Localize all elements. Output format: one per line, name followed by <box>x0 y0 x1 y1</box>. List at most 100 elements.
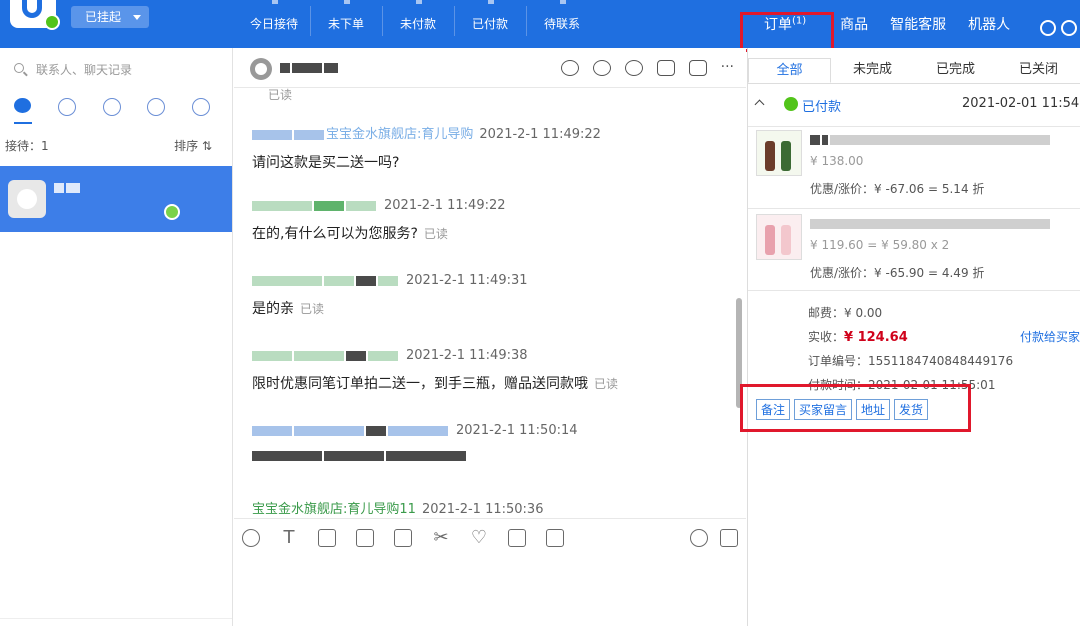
message-item: 2021-2-1 11:49:38 限时优惠同笔订单拍二送一，到手三瓶，赠品送同… <box>252 348 618 393</box>
contact-name <box>280 60 340 75</box>
highlight-box-orders-tab <box>740 12 834 52</box>
calculator-icon[interactable] <box>508 529 526 547</box>
order-date: 2021-02-01 11:54:5 <box>962 96 1080 111</box>
chat-icon[interactable] <box>14 98 32 124</box>
message-item: 已读 <box>268 88 293 102</box>
divider <box>748 290 1080 291</box>
status-dropdown[interactable]: 已挂起 <box>71 6 149 28</box>
tab-incomplete[interactable]: 未完成 <box>831 58 914 83</box>
pay-buyer-link[interactable]: 付款给买家 <box>1020 328 1080 345</box>
message-time: 2021-2-1 11:49:22 <box>479 127 601 142</box>
message-item: 2021-2-1 11:49:22 在的,有什么可以为您服务? 已读 <box>252 198 506 243</box>
message-item: 2021-2-1 11:49:31 是的亲 已读 <box>252 273 528 318</box>
input-toolbar: T ✂ ♡ <box>234 518 746 558</box>
chevron-up-icon[interactable] <box>754 99 765 110</box>
add-icon[interactable] <box>1061 20 1077 36</box>
product-discount: 优惠/涨价：¥ -67.06 = 5.14 折 <box>810 182 985 196</box>
online-status-icon <box>44 14 60 30</box>
divider <box>748 126 1080 127</box>
message-item: 宝宝金水旗舰店:育儿导购 2021-2-1 11:49:22 请问这款是买二送一吗… <box>252 127 601 171</box>
chevron-down-icon <box>133 15 141 20</box>
message-icon[interactable] <box>592 60 611 76</box>
product-price: ¥ 138.00 <box>810 154 864 168</box>
tab-smart-service[interactable]: 智能客服 <box>890 14 946 34</box>
sort-button[interactable]: 排序 ⇅ <box>174 137 212 154</box>
tab-completed[interactable]: 已完成 <box>914 58 997 83</box>
logo-u-shape <box>22 0 42 18</box>
order-item[interactable]: ¥ 138.00 优惠/涨价：¥ -67.06 = 5.14 折 <box>756 130 1080 204</box>
header-tools: ··· <box>560 60 734 76</box>
history-record-icon[interactable] <box>720 529 738 547</box>
tab-to-contact[interactable]: 待联系 <box>526 0 598 48</box>
org-icon[interactable] <box>192 98 210 116</box>
tab-not-ordered[interactable]: 未下单 <box>310 0 382 48</box>
tab-all[interactable]: 全部 <box>748 58 831 83</box>
quick-reply-icon[interactable] <box>690 529 708 547</box>
message-item: 宝宝金水旗舰店:育儿导购11 2021-2-1 11:50:36 <box>252 502 544 517</box>
message-text: 限时优惠同笔订单拍二送一，到手三瓶，赠品送同款哦 已读 <box>252 376 619 392</box>
toolbar-right <box>690 529 738 547</box>
check-icon <box>164 204 180 220</box>
refresh-icon[interactable] <box>1040 20 1056 36</box>
message-time: 2021-2-1 11:49:22 <box>384 198 506 213</box>
folder-icon[interactable] <box>394 529 412 547</box>
reception-tabs: 今日接待 未下单 未付款 已付款 待联系 <box>238 0 598 48</box>
session-name <box>54 180 82 194</box>
product-thumbnail <box>756 130 802 176</box>
tab-goods[interactable]: 商品 <box>840 14 868 34</box>
avatar <box>8 180 46 218</box>
message-time: 2021-2-1 11:50:36 <box>421 502 544 517</box>
order-number-row: 订单编号：1551184740848449176 <box>808 354 1014 368</box>
order-icon[interactable] <box>656 60 675 76</box>
video-icon[interactable] <box>688 60 707 76</box>
session-item-active[interactable] <box>0 166 232 232</box>
tab-robot[interactable]: 机器人 <box>968 14 1010 34</box>
message-text: 是的亲 已读 <box>252 301 325 317</box>
message-time: 2021-2-1 11:50:14 <box>456 423 578 438</box>
scissors-icon[interactable]: ✂ <box>432 529 450 547</box>
chat-header: ··· <box>234 48 746 88</box>
star-icon[interactable] <box>560 60 579 76</box>
emoji-icon[interactable] <box>242 529 260 547</box>
tab-closed[interactable]: 已关闭 <box>997 58 1080 83</box>
message-time: 2021-2-1 11:49:38 <box>406 348 528 363</box>
history-icon[interactable] <box>58 98 76 116</box>
heart-icon[interactable]: ♡ <box>470 529 488 547</box>
product-title <box>810 216 1080 230</box>
search-placeholder: 联系人、聊天记录 <box>36 63 133 77</box>
group-icon[interactable] <box>147 98 165 116</box>
avatar <box>250 58 272 80</box>
postage-row: 邮费：¥ 0.00 <box>808 306 883 320</box>
order-tabs: 全部 未完成 已完成 已关闭 <box>748 58 1080 84</box>
message-text: 在的,有什么可以为您服务? 已读 <box>252 226 448 242</box>
received-row: 实收：¥ 124.64 <box>808 330 908 345</box>
tab-today[interactable]: 今日接待 <box>238 0 310 48</box>
coupon-icon[interactable] <box>546 529 564 547</box>
order-panel: 全部 未完成 已完成 已关闭 已付款 2021-02-01 11:54:5 ¥ … <box>747 48 1080 626</box>
queue-count: 接待：1 <box>5 139 49 153</box>
contact-icon[interactable] <box>103 98 121 116</box>
image-icon[interactable] <box>318 529 336 547</box>
order-item[interactable]: ¥ 119.60 = ¥ 59.80 x 2 优惠/涨价：¥ -65.90 = … <box>756 214 1080 288</box>
product-thumbnail <box>756 214 802 260</box>
message-text <box>252 448 578 464</box>
search-input[interactable]: 联系人、聊天记录 <box>10 60 225 80</box>
product-discount: 优惠/涨价：¥ -65.90 = 4.49 折 <box>810 266 985 280</box>
font-icon[interactable]: T <box>280 529 298 547</box>
tab-paid[interactable]: 已付款 <box>454 0 526 48</box>
product-title <box>810 132 1080 146</box>
status-label: 已挂起 <box>85 10 122 24</box>
sidebar-footer <box>0 618 232 626</box>
video-play-icon[interactable] <box>356 529 374 547</box>
left-sidebar: 联系人、聊天记录 接待：1 排序 ⇅ <box>0 48 233 626</box>
order-status: 已付款 <box>802 100 842 115</box>
message-item: 2021-2-1 11:50:14 <box>252 423 578 464</box>
more-icon[interactable]: ··· <box>721 60 734 76</box>
add-contact-icon[interactable] <box>624 60 643 76</box>
tab-unpaid[interactable]: 未付款 <box>382 0 454 48</box>
message-time: 2021-2-1 11:49:31 <box>406 273 528 288</box>
product-price: ¥ 119.60 = ¥ 59.80 x 2 <box>810 238 950 252</box>
search-icon <box>14 63 24 73</box>
check-icon <box>784 97 798 111</box>
message-list: 已读 宝宝金水旗舰店:育儿导购 2021-2-1 11:49:22 请问这款是买二… <box>234 88 734 518</box>
